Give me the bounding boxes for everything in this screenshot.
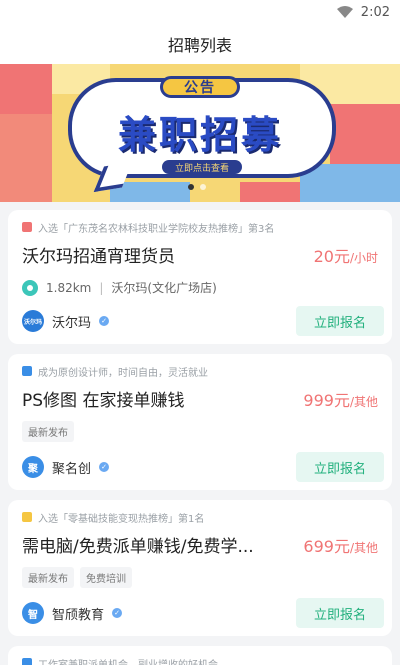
nav-bar: 招聘列表 <box>0 24 400 64</box>
job-chips: 最新发布 <box>22 421 384 442</box>
job-tagline: 入选「广东茂名农林科技职业学院校友热推榜」第3名 <box>22 220 384 235</box>
banner-cta[interactable]: 立即点击查看 <box>162 160 242 174</box>
tagline-text: 入选「广东茂名农林科技职业学院校友热推榜」第3名 <box>38 223 275 235</box>
job-location: 1.82km | 沃尔玛(文化广场店) <box>22 279 384 296</box>
company-logo: 智 <box>22 602 44 624</box>
banner-title: 兼职招募 <box>117 113 282 157</box>
job-title[interactable]: 沃尔玛招通宵理货员 <box>22 242 175 267</box>
verified-icon: ✓ <box>99 316 110 326</box>
location-pin-icon <box>22 279 38 296</box>
job-salary: 699元/其他 <box>303 536 378 556</box>
verified-icon: ✓ <box>99 462 110 472</box>
company-logo: 聚 <box>22 456 44 478</box>
job-title[interactable]: 需电脑/免费派单赚钱/免费学... <box>22 532 254 557</box>
tagline-text: 成为原创设计师，时间自由，灵活就业 <box>38 367 208 379</box>
job-tagline: 工作室兼职派单机会，副业增收的好机会 <box>22 656 384 665</box>
apply-button[interactable]: 立即报名 <box>296 306 384 336</box>
job-card[interactable]: 工作室兼职派单机会，副业增收的好机会 <box>8 646 392 665</box>
medal-icon <box>22 512 32 522</box>
company-info: 聚 聚名创 ✓ <box>22 456 110 478</box>
tagline-text: 工作室兼职派单机会，副业增收的好机会 <box>38 659 218 665</box>
page-title: 招聘列表 <box>167 36 232 55</box>
status-bar: 2:02 <box>0 0 400 24</box>
company-name: 聚名创 <box>52 461 92 477</box>
chip: 最新发布 <box>22 567 74 588</box>
company-logo: 沃尔玛 <box>22 310 44 332</box>
apply-button[interactable]: 立即报名 <box>296 598 384 628</box>
carousel-dot <box>200 184 206 190</box>
company-name: 智颀教育 <box>52 607 105 623</box>
fire-icon <box>22 222 32 232</box>
company-info: 智 智颀教育 ✓ <box>22 602 123 624</box>
status-time: 2:02 <box>360 4 390 20</box>
job-card[interactable]: 入选「广东茂名农林科技职业学院校友热推榜」第3名 沃尔玛招通宵理货员 20元/小… <box>8 210 392 344</box>
chip: 免费培训 <box>80 567 132 588</box>
location-name: 沃尔玛(文化广场店) <box>111 281 217 295</box>
studio-icon <box>22 658 32 665</box>
job-salary: 999元/其他 <box>303 390 378 410</box>
job-title[interactable]: PS修图 在家接单赚钱 <box>22 386 184 411</box>
promo-banner[interactable]: 公告 兼职招募 立即点击查看 <box>0 64 400 202</box>
company-name: 沃尔玛 <box>52 315 92 331</box>
carousel-dot <box>188 184 194 190</box>
verified-icon: ✓ <box>112 608 123 618</box>
job-salary: 20元/小时 <box>313 246 378 266</box>
company-info: 沃尔玛 沃尔玛 ✓ <box>22 310 110 332</box>
wifi-icon <box>336 6 353 18</box>
job-card[interactable]: 入选「零基础技能变现热推榜」第1名 需电脑/免费派单赚钱/免费学... 699元… <box>8 500 392 636</box>
carousel-indicator <box>188 184 206 190</box>
job-list: 入选「广东茂名农林科技职业学院校友热推榜」第3名 沃尔玛招通宵理货员 20元/小… <box>0 202 400 665</box>
job-tagline: 成为原创设计师，时间自由，灵活就业 <box>22 364 384 379</box>
banner-notice-tag: 公告 <box>160 76 240 98</box>
apply-button[interactable]: 立即报名 <box>296 452 384 482</box>
design-icon <box>22 366 32 376</box>
job-tagline: 入选「零基础技能变现热推榜」第1名 <box>22 510 384 525</box>
job-chips: 最新发布 免费培训 <box>22 567 384 588</box>
job-card[interactable]: 成为原创设计师，时间自由，灵活就业 PS修图 在家接单赚钱 999元/其他 最新… <box>8 354 392 490</box>
distance: 1.82km <box>46 280 92 295</box>
chip: 最新发布 <box>22 421 74 442</box>
tagline-text: 入选「零基础技能变现热推榜」第1名 <box>38 513 205 525</box>
